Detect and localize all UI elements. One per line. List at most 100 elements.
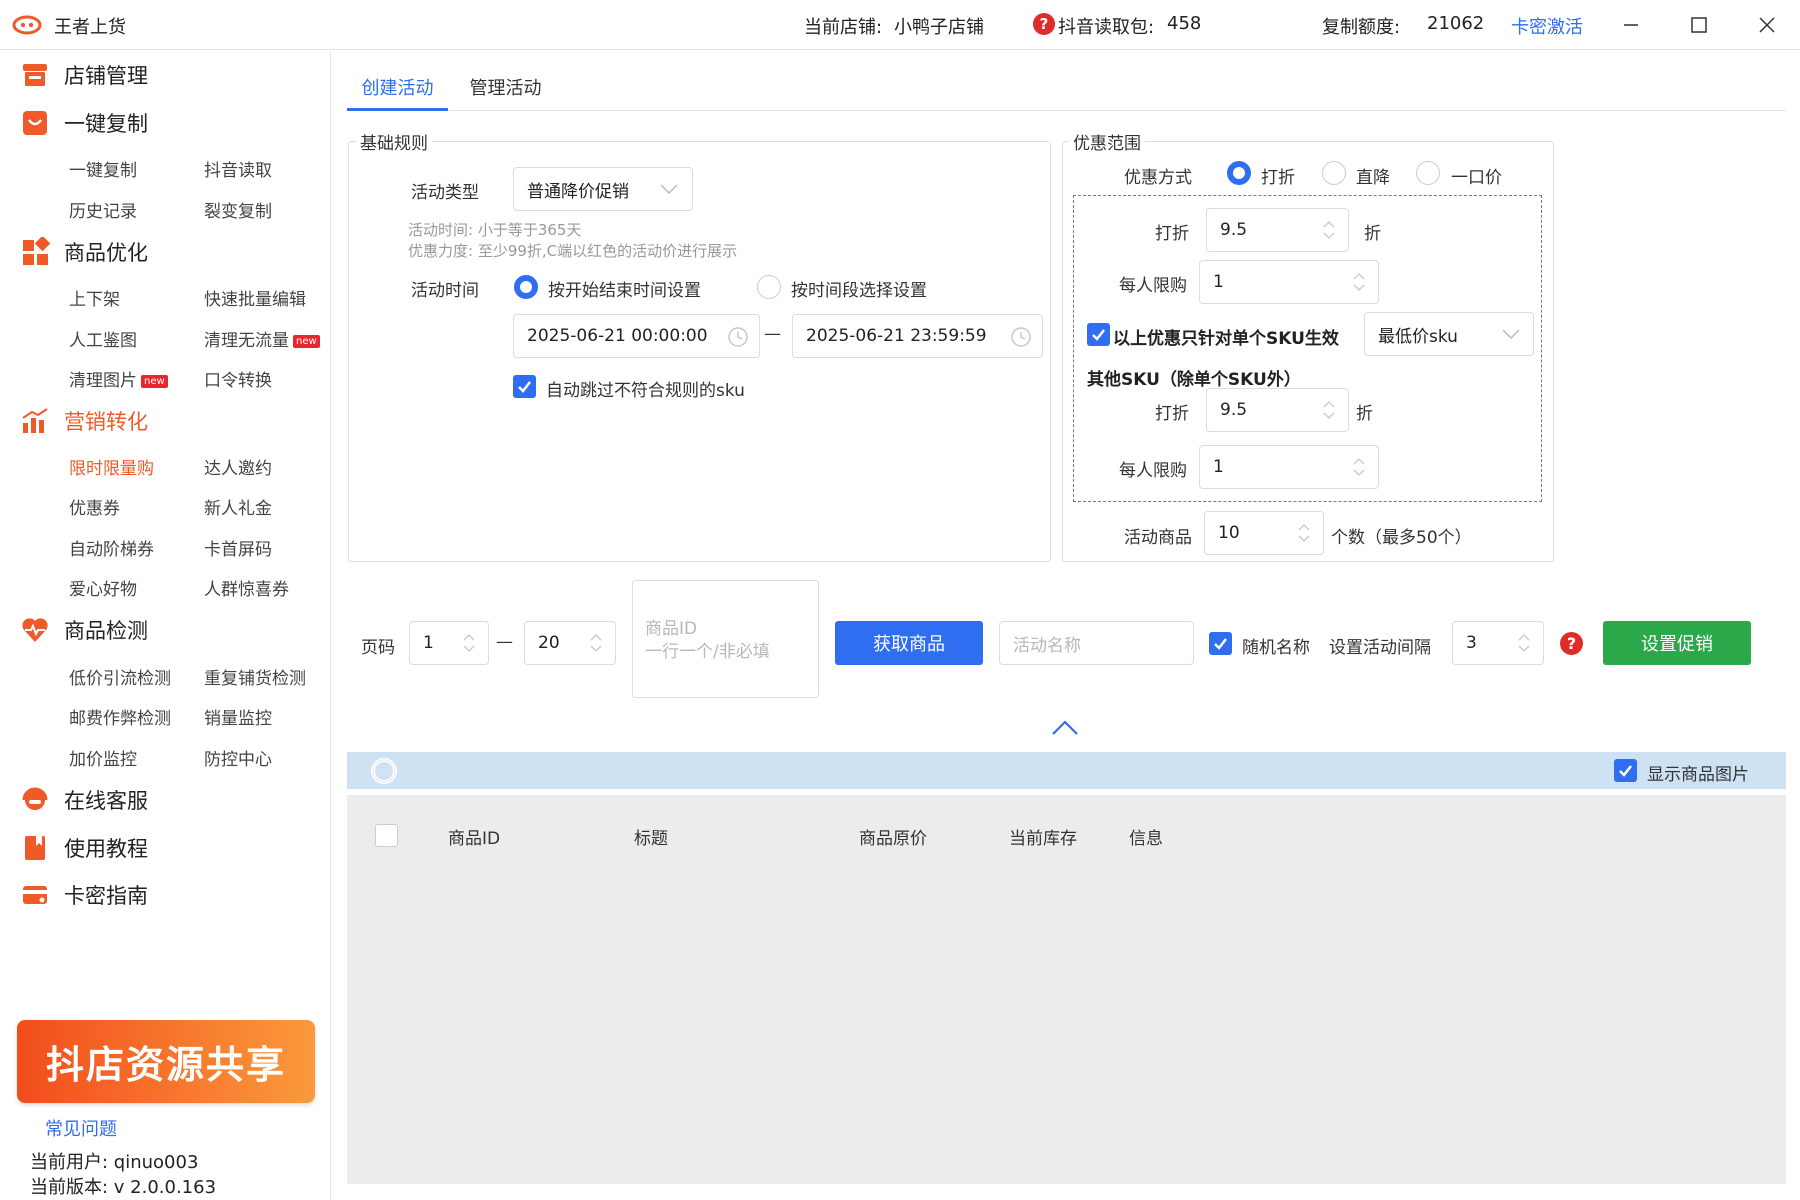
current-version: 当前版本: v 2.0.0.163 [30,1177,217,1198]
tab-create-activity[interactable]: 创建活动 [347,74,448,111]
sidebar-item-clean-no-traffic[interactable]: 清理无流量 new [204,326,320,351]
time-hint: 活动时间: 小于等于365天 [408,221,582,239]
sidebar-item-manual-image[interactable]: 人工鉴图 [69,326,137,351]
maximize-icon[interactable] [1690,16,1708,34]
discount-mode-radio-fixed[interactable] [1416,161,1440,185]
headset-icon [22,787,48,810]
column-header-product-id[interactable]: 商品ID [448,824,500,849]
sidebar-section-detect[interactable]: 商品检测 [20,615,148,645]
sidebar-item-copy[interactable]: 一键复制 [69,156,137,181]
sidebar-item-first-screen-code[interactable]: 卡首屏码 [204,535,272,560]
sidebar-item-step-coupon[interactable]: 自动阶梯券 [69,535,154,560]
sidebar-item-risk-center[interactable]: 防控中心 [204,745,272,770]
sidebar-section-card-guide[interactable]: 卡密指南 [20,880,148,910]
time-mode-range-label: 按开始结束时间设置 [548,281,701,301]
fetch-products-button[interactable]: 获取商品 [835,621,983,665]
column-header-info[interactable]: 信息 [1129,824,1163,849]
spinner-icon[interactable] [1322,219,1336,241]
chevron-down-icon [1502,329,1520,340]
sidebar-item-douyin-read[interactable]: 抖音读取 [204,156,272,181]
grid-icon [23,237,50,265]
help-icon[interactable]: ? [1033,13,1055,35]
set-promotion-button[interactable]: 设置促销 [1603,621,1751,665]
time-mode-radio-slot[interactable] [757,275,781,299]
sidebar-item-code-convert[interactable]: 口令转换 [204,366,272,391]
help-icon[interactable]: ? [1560,632,1583,655]
activity-name-input[interactable]: 活动名称 [999,621,1194,665]
purchase-limit-input[interactable]: 1 [1199,260,1379,304]
close-icon[interactable] [1758,16,1776,34]
spinner-icon[interactable] [1517,632,1531,654]
discount-hint: 优惠力度: 至少99折,C端以红色的活动价进行展示 [408,242,738,260]
title-bar: 王者上货 当前店铺: 小鸭子店铺 ? 抖音读取包: 458 复制额度: 2106… [0,0,1800,50]
sidebar-item-duplicate-check[interactable]: 重复铺货检测 [204,664,306,689]
other-discount-unit: 折 [1356,404,1373,424]
sidebar-section-copy[interactable]: 一键复制 [20,108,148,138]
random-name-checkbox[interactable] [1209,632,1232,655]
sidebar-item-coupon[interactable]: 优惠券 [69,494,120,519]
sidebar-item-batch-edit[interactable]: 快速批量编辑 [204,285,306,310]
column-header-stock[interactable]: 当前库存 [1009,824,1077,849]
discount-mode-radio-reduce[interactable] [1322,161,1346,185]
other-discount-input[interactable]: 9.5 [1206,388,1349,432]
discount-mode-radio-percent[interactable] [1227,161,1251,185]
sidebar-item-flash-sale[interactable]: 限时限量购 [69,454,154,479]
spinner-icon[interactable] [462,632,476,654]
single-sku-checkbox[interactable] [1087,323,1110,346]
spinner-icon[interactable] [1322,399,1336,421]
sidebar-section-store[interactable]: 店铺管理 [20,60,148,90]
current-user: 当前用户: qinuo003 [30,1152,199,1173]
sidebar-item-shelf[interactable]: 上下架 [69,285,120,310]
page-range-dash: — [496,632,513,652]
activity-interval-input[interactable]: 3 [1452,621,1544,665]
sidebar-item-clean-images[interactable]: 清理图片 new [69,366,168,391]
sidebar-item-crowd-coupon[interactable]: 人群惊喜券 [204,575,289,600]
discount-rate-input[interactable]: 9.5 [1206,208,1349,252]
sidebar-item-sales-monitor[interactable]: 销量监控 [204,704,272,729]
product-id-textarea[interactable]: 商品ID 一行一个/非必填 [632,580,819,698]
discount-mode-percent-label: 打折 [1261,168,1295,188]
select-all-checkbox[interactable] [375,824,398,847]
sidebar-section-marketing[interactable]: 营销转化 [20,406,148,436]
spinner-icon[interactable] [589,632,603,654]
spinner-icon[interactable] [1297,522,1311,544]
sidebar-item-love-goods[interactable]: 爱心好物 [69,575,137,600]
spinner-icon[interactable] [1352,271,1366,293]
sidebar-section-support[interactable]: 在线客服 [20,785,148,815]
time-mode-slot-label: 按时间段选择设置 [791,281,927,301]
page-to-input[interactable]: 20 [524,621,616,665]
start-time-input[interactable]: 2025-06-21 00:00:00 [513,314,760,358]
activity-type-select[interactable]: 普通降价促销 [513,167,693,211]
sidebar-item-postage-check[interactable]: 邮费作弊检测 [69,704,171,729]
faq-link[interactable]: 常见问题 [45,1115,117,1141]
sidebar-item-fission-copy[interactable]: 裂变复制 [204,197,272,222]
activity-goods-input[interactable]: 10 [1204,511,1324,555]
sidebar-section-label: 商品优化 [64,241,148,265]
minimize-icon[interactable] [1622,16,1640,34]
end-time-input[interactable]: 2025-06-21 23:59:59 [792,314,1043,358]
activate-link[interactable]: 卡密激活 [1511,13,1583,39]
column-header-original-price[interactable]: 商品原价 [859,824,927,849]
chevron-up-icon[interactable] [1051,719,1079,737]
page-from-input[interactable]: 1 [409,621,489,665]
spinner-icon[interactable] [1352,456,1366,478]
sidebar-item-low-price-check[interactable]: 低价引流检测 [69,664,171,689]
sku-select[interactable]: 最低价sku [1364,312,1534,356]
other-limit-input[interactable]: 1 [1199,445,1379,489]
sidebar-item-history[interactable]: 历史记录 [69,197,137,222]
sidebar-section-tutorial[interactable]: 使用教程 [20,833,148,863]
book-icon [25,836,45,860]
sidebar-item-influencer[interactable]: 达人邀约 [204,454,272,479]
heartbeat-icon [22,618,48,642]
show-image-checkbox[interactable] [1614,759,1637,782]
resource-share-banner[interactable]: 抖店资源共享 [17,1020,315,1103]
time-mode-radio-range[interactable] [514,275,538,299]
skip-sku-checkbox[interactable] [513,375,536,398]
sidebar-item-price-monitor[interactable]: 加价监控 [69,745,137,770]
copy-quota-value: 21062 [1427,13,1485,34]
tab-manage-activity[interactable]: 管理活动 [455,74,556,111]
sidebar-item-newbie-gift[interactable]: 新人礼金 [204,494,272,519]
sidebar-section-optimize[interactable]: 商品优化 [20,237,148,267]
basic-rules-legend: 基础规则 [356,129,432,154]
column-header-title[interactable]: 标题 [634,824,668,849]
